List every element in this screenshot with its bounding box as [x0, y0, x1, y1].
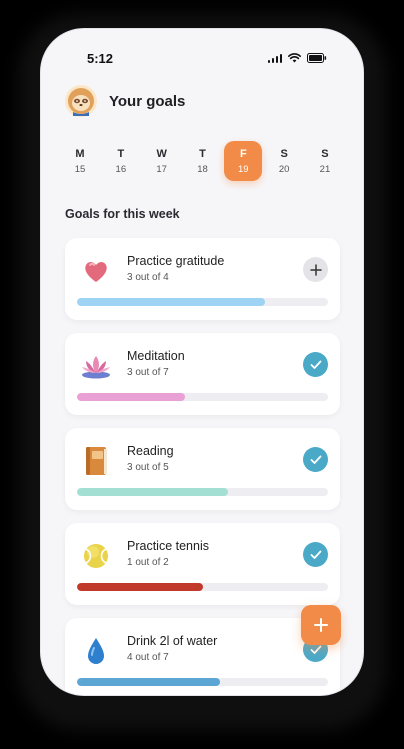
battery-icon [307, 53, 327, 63]
header: Your goals [65, 83, 185, 119]
check-icon [310, 360, 321, 369]
goal-name: Practice gratitude [127, 254, 225, 268]
goal-card-gratitude[interactable]: Practice gratitude 3 out of 4 [65, 238, 340, 320]
wifi-icon [288, 53, 301, 63]
book-icon [79, 444, 113, 478]
check-icon [310, 645, 321, 654]
goal-name: Practice tennis [127, 539, 209, 553]
day-sunday[interactable]: S 21 [306, 141, 344, 181]
day-letter: M [75, 147, 85, 160]
phone-screen: 5:12 Your goals M 15 T 16 W 17 T 18 F 19… [40, 28, 364, 696]
goal-progress-text: 3 out of 5 [127, 462, 169, 473]
goal-progress-text: 3 out of 4 [127, 272, 169, 283]
progress-fill [77, 393, 185, 401]
goal-card-water[interactable]: Drink 2l of water 4 out of 7 [65, 618, 340, 695]
day-date: 20 [278, 163, 290, 175]
check-icon [310, 550, 321, 559]
progress-bar [77, 298, 328, 306]
progress-bar [77, 393, 328, 401]
day-friday-selected[interactable]: F 19 [224, 141, 263, 181]
progress-bar [77, 488, 328, 496]
day-date: 21 [319, 163, 331, 175]
day-letter: F [239, 147, 247, 160]
day-monday[interactable]: M 15 [61, 141, 99, 181]
progress-bar [77, 583, 328, 591]
status-bar: 5:12 [41, 29, 363, 83]
add-progress-button[interactable] [303, 257, 328, 282]
day-letter: S [280, 147, 288, 160]
goal-progress-text: 4 out of 7 [127, 652, 169, 663]
progress-bar [77, 678, 328, 686]
plus-icon [314, 618, 328, 632]
signal-icon [267, 53, 282, 63]
goal-card-reading[interactable]: Reading 3 out of 5 [65, 428, 340, 510]
week-strip: M 15 T 16 W 17 T 18 F 19 S 20 S 21 [61, 141, 344, 181]
page-title: Your goals [109, 92, 186, 110]
heart-icon [79, 254, 113, 288]
section-title: Goals for this week [65, 207, 180, 221]
goal-name: Meditation [127, 349, 185, 363]
goal-name: Drink 2l of water [127, 634, 218, 648]
goal-progress-text: 3 out of 7 [127, 367, 169, 378]
plus-icon [309, 263, 322, 276]
status-time: 5:12 [87, 51, 114, 66]
goal-name: Reading [127, 444, 174, 458]
day-thursday[interactable]: T 18 [183, 141, 221, 181]
tennis-ball-icon [79, 539, 113, 573]
day-letter: T [117, 147, 125, 160]
day-saturday[interactable]: S 20 [265, 141, 303, 181]
lotus-icon [79, 349, 113, 383]
day-date: 17 [156, 163, 167, 175]
progress-fill [77, 583, 203, 591]
progress-fill [77, 488, 228, 496]
goal-complete-button[interactable] [303, 542, 328, 567]
water-drop-icon [79, 634, 113, 668]
add-goal-button[interactable] [301, 605, 341, 645]
goal-card-meditation[interactable]: Meditation 3 out of 7 [65, 333, 340, 415]
progress-fill [77, 678, 221, 686]
day-letter: T [199, 147, 206, 160]
day-letter: S [321, 147, 329, 160]
sloth-avatar-icon[interactable] [65, 85, 97, 117]
goal-progress-text: 1 out of 2 [127, 557, 169, 568]
goal-complete-button[interactable] [303, 352, 328, 377]
goal-card-tennis[interactable]: Practice tennis 1 out of 2 [65, 523, 340, 605]
day-date: 19 [238, 163, 249, 175]
day-tuesday[interactable]: T 16 [102, 141, 140, 181]
check-icon [310, 455, 321, 464]
status-icons [267, 53, 328, 63]
day-letter: W [156, 147, 167, 160]
day-date: 18 [197, 163, 208, 175]
goal-complete-button[interactable] [303, 447, 328, 472]
day-wednesday[interactable]: W 17 [143, 141, 181, 181]
day-date: 15 [74, 163, 86, 175]
day-date: 16 [115, 163, 127, 175]
progress-fill [77, 298, 266, 306]
